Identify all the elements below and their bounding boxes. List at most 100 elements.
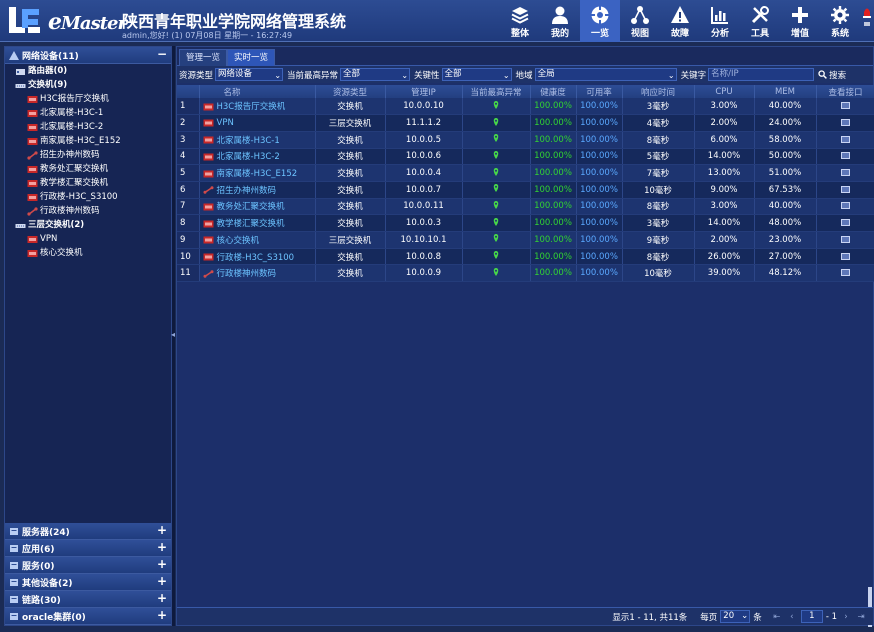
column-header[interactable]: 健康度: [530, 85, 577, 98]
column-header[interactable]: 可用率: [576, 85, 623, 98]
nav-system[interactable]: 系统: [820, 0, 860, 42]
device-name[interactable]: VPN: [217, 118, 234, 128]
device-name[interactable]: 北家属楼-H3C-2: [217, 152, 280, 162]
view-interface-icon[interactable]: [841, 219, 850, 227]
device-name[interactable]: 行政楼神州数码: [217, 269, 277, 279]
nav-fault[interactable]: 故障: [660, 0, 700, 42]
tree-item[interactable]: 三层交换机(2): [5, 218, 171, 232]
tree-item[interactable]: 教务处汇聚交换机: [5, 162, 171, 176]
view-interface-icon[interactable]: [841, 135, 850, 143]
view-interface-icon[interactable]: [841, 202, 850, 210]
device-name[interactable]: H3C报告厅交换机: [217, 102, 286, 112]
group-app[interactable]: 应用(6) +: [5, 540, 171, 557]
expand-button[interactable]: +: [156, 524, 168, 537]
tree-item[interactable]: 北家属楼-H3C-2: [5, 120, 171, 134]
tab-management-overview[interactable]: 管理一览: [179, 49, 228, 66]
view-interface-icon[interactable]: [841, 185, 850, 193]
nav-overall[interactable]: 整体: [500, 0, 540, 42]
view-interface-icon[interactable]: [841, 269, 850, 277]
column-header[interactable]: 资源类型: [315, 85, 386, 98]
nav-analysis[interactable]: 分析: [700, 0, 740, 42]
group-server[interactable]: 服务器(24) +: [5, 523, 171, 540]
criticality-select[interactable]: 全部 ⌄: [441, 68, 512, 81]
device-name-link[interactable]: 北家属楼-H3C-2: [199, 148, 316, 166]
device-name-link[interactable]: 教务处汇聚交换机: [199, 198, 316, 216]
table-row[interactable]: 4 北家属楼-H3C-2 交换机 10.0.0.6 100.00% 100.00% 5毫秒 1…: [177, 148, 874, 166]
column-header[interactable]: 管理IP: [385, 85, 463, 98]
table-row[interactable]: 8 教学楼汇聚交换机 交换机 10.0.0.3 100.00% 100.00% 3毫秒 14.…: [177, 214, 874, 232]
column-header[interactable]: MEM: [754, 85, 817, 98]
column-header[interactable]: CPU: [694, 85, 755, 98]
nav-view[interactable]: 视图: [620, 0, 660, 42]
resource-type-select[interactable]: 网络设备 ⌄: [215, 68, 284, 81]
view-interface-icon[interactable]: [841, 152, 850, 160]
tree-item[interactable]: 行政楼神州数码: [5, 204, 171, 218]
table-row[interactable]: 1 H3C报告厅交换机 交换机 10.0.0.10 100.00% 100.00% 3毫秒 3…: [177, 98, 874, 116]
group-service[interactable]: 服务(0) +: [5, 557, 171, 574]
device-name[interactable]: 教务处汇聚交换机: [217, 202, 285, 212]
tree-item[interactable]: 南家属楼-H3C_E152: [5, 134, 171, 148]
view-interface-icon[interactable]: [841, 235, 850, 243]
device-name-link[interactable]: H3C报告厅交换机: [199, 98, 316, 116]
table-row[interactable]: 7 教务处汇聚交换机 交换机 10.0.0.11 100.00% 100.00% 8毫秒 3.…: [177, 198, 874, 216]
tree-item[interactable]: H3C报告厅交换机: [5, 92, 171, 106]
prev-page-icon[interactable]: ‹: [786, 612, 798, 622]
view-interface-icon[interactable]: [841, 252, 850, 260]
device-name-link[interactable]: VPN: [199, 114, 316, 132]
expand-button[interactable]: +: [156, 575, 168, 588]
device-name[interactable]: 行政楼-H3C_S3100: [217, 253, 295, 263]
expand-button[interactable]: +: [156, 558, 168, 571]
tree-item[interactable]: 北家属楼-H3C-1: [5, 106, 171, 120]
table-row[interactable]: 11 行政楼神州数码 交换机 10.0.0.9 100.00% 100.00% 10毫秒 39…: [177, 264, 874, 283]
nav-value-added[interactable]: 增值: [780, 0, 820, 42]
tree-item[interactable]: 交换机(9): [5, 78, 171, 92]
first-page-icon[interactable]: ⇤: [771, 612, 783, 622]
device-name-link[interactable]: 教学楼汇聚交换机: [199, 214, 316, 232]
device-name-link[interactable]: 南家属楼-H3C_E152: [199, 164, 316, 182]
view-interface-icon[interactable]: [841, 102, 850, 110]
expand-button[interactable]: +: [156, 541, 168, 554]
tree-item[interactable]: 行政楼-H3C_S3100: [5, 190, 171, 204]
next-page-icon[interactable]: ›: [840, 612, 852, 622]
column-header[interactable]: 查看接口: [816, 85, 874, 98]
tree-item[interactable]: VPN: [5, 232, 171, 246]
group-other-device[interactable]: 其他设备(2) +: [5, 574, 171, 591]
view-interface-icon[interactable]: [841, 169, 850, 177]
tab-realtime-overview[interactable]: 实时一览: [227, 49, 276, 66]
collapse-button[interactable]: −: [156, 48, 168, 61]
tree-item[interactable]: 教学楼汇聚交换机: [5, 176, 171, 190]
table-row[interactable]: 9 核心交换机 三层交换机 10.10.10.1 100.00% 100.00% 9毫秒 2.…: [177, 231, 874, 249]
expand-button[interactable]: +: [156, 609, 168, 622]
last-page-icon[interactable]: ⇥: [855, 612, 867, 622]
expand-button[interactable]: +: [156, 592, 168, 605]
group-link-group[interactable]: 链路(30) +: [5, 591, 171, 608]
column-header[interactable]: 响应时间: [622, 85, 695, 98]
table-row[interactable]: 3 北家属楼-H3C-1 交换机 10.0.0.5 100.00% 100.00% 8毫秒 6…: [177, 131, 874, 149]
device-name-link[interactable]: 北家属楼-H3C-1: [199, 131, 316, 149]
device-name-link[interactable]: 招生办神州数码: [199, 181, 316, 199]
column-header[interactable]: 名称: [199, 85, 316, 98]
device-name-link[interactable]: 行政楼-H3C_S3100: [199, 248, 316, 266]
table-row[interactable]: 2 VPN 三层交换机 11.1.1.2 100.00% 100.00% 4毫秒 2.00% 2…: [177, 114, 874, 132]
table-row[interactable]: 5 南家属楼-H3C_E152 交换机 10.0.0.4 100.00% 100.00% 7…: [177, 164, 874, 182]
device-name-link[interactable]: 行政楼神州数码: [199, 264, 316, 283]
per-page-select[interactable]: 20 ⌄: [720, 610, 751, 623]
device-name[interactable]: 教学楼汇聚交换机: [217, 219, 285, 229]
keyword-input[interactable]: 名称/IP: [708, 68, 815, 81]
device-name[interactable]: 核心交换机: [217, 236, 260, 246]
group-cluster[interactable]: oracle集群(0) +: [5, 608, 171, 625]
device-name-link[interactable]: 核心交换机: [199, 231, 316, 249]
tree-item[interactable]: 核心交换机: [5, 246, 171, 260]
table-row[interactable]: 6 招生办神州数码 交换机 10.0.0.7 100.00% 100.00% 10毫秒 9.0…: [177, 181, 874, 199]
device-name[interactable]: 北家属楼-H3C-1: [217, 136, 280, 146]
group-network-devices[interactable]: 网络设备(11) −: [5, 47, 171, 64]
tree-item[interactable]: 招生办神州数码: [5, 148, 171, 162]
page-number-input[interactable]: 1: [800, 610, 823, 623]
nav-mine[interactable]: 我的: [540, 0, 580, 42]
alarm-level-select[interactable]: 全部 ⌄: [340, 68, 411, 81]
region-select[interactable]: 全局 ⌄: [534, 68, 677, 81]
nav-overview[interactable]: 一览: [580, 0, 620, 42]
view-interface-icon[interactable]: [841, 119, 850, 127]
device-name[interactable]: 招生办神州数码: [217, 186, 277, 196]
column-header[interactable]: 当前最高异常: [462, 85, 531, 98]
